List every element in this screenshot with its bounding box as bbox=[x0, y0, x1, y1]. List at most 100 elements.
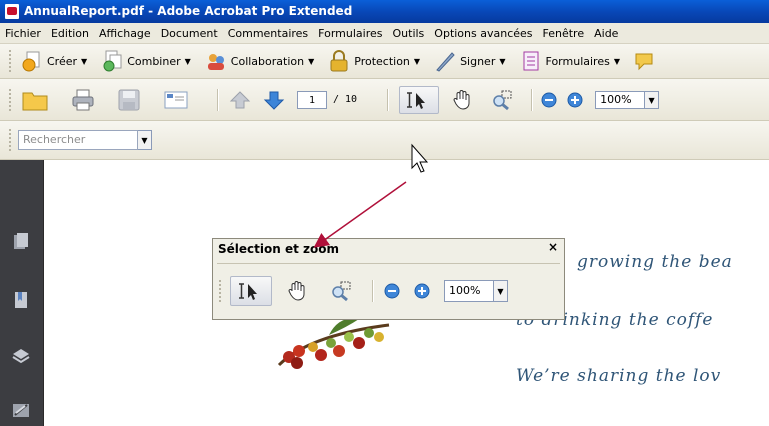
forms-icon bbox=[520, 50, 542, 72]
sign-label: Signer bbox=[460, 54, 496, 68]
chevron-down-icon: ▼ bbox=[308, 56, 315, 66]
toolbar-separator bbox=[372, 280, 374, 302]
pages-panel-icon[interactable] bbox=[11, 232, 31, 252]
floating-toolbar-divider bbox=[217, 263, 560, 264]
file-toolbar: 1 / 10 100% ▼ bbox=[0, 79, 769, 121]
collaboration-button[interactable]: Collaboration ▼ bbox=[205, 50, 314, 72]
comments-overflow-button[interactable] bbox=[634, 50, 660, 72]
zoom-in-icon bbox=[567, 92, 583, 108]
menu-affichage[interactable]: Affichage bbox=[94, 27, 156, 40]
hand-tool-button[interactable] bbox=[286, 280, 312, 302]
next-page-button[interactable] bbox=[263, 89, 289, 111]
hand-icon bbox=[286, 280, 308, 302]
combine-button[interactable]: Combiner ▼ bbox=[101, 50, 191, 72]
combine-label: Combiner bbox=[127, 54, 181, 68]
printer-icon bbox=[71, 88, 95, 112]
zoom-dropdown-button[interactable]: ▼ bbox=[645, 90, 660, 109]
zoom-out-icon bbox=[384, 283, 400, 299]
zoom-in-icon bbox=[414, 283, 430, 299]
hand-tool-button[interactable] bbox=[451, 89, 477, 111]
envelope-icon bbox=[163, 88, 189, 112]
pen-icon bbox=[434, 50, 456, 72]
search-input[interactable]: Rechercher bbox=[18, 130, 138, 150]
chevron-down-icon: ▼ bbox=[613, 56, 620, 66]
menu-fenetre[interactable]: Fenêtre bbox=[538, 27, 590, 40]
zoom-field[interactable]: 100% bbox=[595, 90, 646, 109]
magnifier-icon bbox=[330, 280, 352, 302]
document-text-line-1: growing the bea bbox=[577, 252, 733, 272]
menu-commentaires[interactable]: Commentaires bbox=[223, 27, 313, 40]
zoom-out-button[interactable] bbox=[384, 283, 404, 299]
menu-bar: Fichier Edition Affichage Document Comme… bbox=[0, 23, 769, 44]
chevron-down-icon: ▼ bbox=[184, 56, 191, 66]
toolbar-grip[interactable] bbox=[219, 280, 224, 302]
zoom-field[interactable]: 100% bbox=[444, 280, 494, 302]
menu-outils[interactable]: Outils bbox=[388, 27, 430, 40]
zoom-dropdown-button[interactable]: ▼ bbox=[494, 280, 508, 302]
text-select-cursor-icon bbox=[236, 280, 262, 302]
page-total: / 10 bbox=[333, 94, 358, 105]
marquee-zoom-button[interactable] bbox=[330, 280, 356, 302]
signatures-panel-icon[interactable] bbox=[11, 400, 31, 420]
zoom-out-icon bbox=[541, 92, 557, 108]
magnifier-icon bbox=[491, 89, 513, 111]
combine-files-icon bbox=[101, 50, 123, 72]
save-disk-icon bbox=[117, 88, 141, 112]
menu-edition[interactable]: Edition bbox=[46, 27, 94, 40]
zoom-in-button[interactable] bbox=[567, 92, 587, 108]
find-toolbar: Rechercher ▼ bbox=[0, 121, 769, 160]
title-bar: AnnualReport.pdf - Adobe Acrobat Pro Ext… bbox=[0, 0, 769, 23]
zoom-out-button[interactable] bbox=[541, 92, 561, 108]
select-tool-button[interactable] bbox=[230, 276, 272, 306]
toolbar-separator bbox=[531, 88, 534, 111]
lock-icon bbox=[328, 50, 350, 72]
menu-fichier[interactable]: Fichier bbox=[0, 27, 46, 40]
forms-button[interactable]: Formulaires ▼ bbox=[520, 50, 620, 72]
text-select-cursor-icon bbox=[404, 89, 430, 111]
comment-icon bbox=[634, 50, 656, 72]
save-button[interactable] bbox=[117, 88, 145, 112]
toolbar-grip[interactable] bbox=[9, 88, 14, 111]
page-number-input[interactable]: 1 bbox=[297, 90, 327, 109]
forms-label: Formulaires bbox=[545, 54, 610, 68]
email-button[interactable] bbox=[163, 88, 193, 112]
menu-aide[interactable]: Aide bbox=[589, 27, 623, 40]
close-icon[interactable]: × bbox=[548, 240, 558, 254]
toolbar-grip[interactable] bbox=[9, 50, 14, 72]
search-options-dropdown[interactable]: ▼ bbox=[138, 130, 152, 150]
menu-document[interactable]: Document bbox=[156, 27, 223, 40]
menu-formulaires[interactable]: Formulaires bbox=[313, 27, 387, 40]
document-text-line-3: We’re sharing the lov bbox=[516, 366, 722, 386]
print-button[interactable] bbox=[71, 88, 99, 112]
chevron-down-icon: ▼ bbox=[499, 56, 506, 66]
layers-panel-icon[interactable] bbox=[11, 346, 31, 366]
collaboration-icon bbox=[205, 50, 227, 72]
create-button[interactable]: Créer ▼ bbox=[21, 50, 87, 72]
toolbar-separator bbox=[217, 88, 219, 111]
create-pdf-icon bbox=[21, 50, 43, 72]
sign-button[interactable]: Signer ▼ bbox=[434, 50, 506, 72]
folder-icon bbox=[21, 88, 49, 112]
window-title: AnnualReport.pdf - Adobe Acrobat Pro Ext… bbox=[24, 4, 353, 18]
floating-select-zoom-toolbar[interactable]: Sélection et zoom × 100% ▼ bbox=[212, 238, 565, 320]
tasks-toolbar: Créer ▼ Combiner ▼ Collaboration ▼ Protecti… bbox=[0, 44, 769, 79]
protection-button[interactable]: Protection ▼ bbox=[328, 50, 420, 72]
arrow-up-icon bbox=[229, 89, 251, 111]
chevron-down-icon: ▼ bbox=[413, 56, 421, 66]
hand-icon bbox=[451, 89, 473, 111]
chevron-down-icon: ▼ bbox=[81, 56, 88, 66]
select-tool-button[interactable] bbox=[399, 85, 440, 114]
marquee-zoom-button[interactable] bbox=[491, 89, 517, 111]
acrobat-app-icon bbox=[5, 4, 19, 19]
previous-page-button[interactable] bbox=[229, 89, 255, 111]
create-label: Créer bbox=[47, 54, 78, 68]
bookmarks-panel-icon[interactable] bbox=[11, 290, 31, 310]
collaboration-label: Collaboration bbox=[230, 54, 305, 68]
zoom-in-button[interactable] bbox=[414, 283, 434, 299]
navigation-panel bbox=[0, 160, 43, 426]
menu-options-avancees[interactable]: Options avancées bbox=[429, 27, 537, 40]
floating-toolbar-title: Sélection et zoom bbox=[218, 242, 339, 256]
toolbar-grip[interactable] bbox=[9, 129, 14, 151]
open-button[interactable] bbox=[21, 88, 53, 112]
protection-label: Protection bbox=[354, 54, 410, 68]
